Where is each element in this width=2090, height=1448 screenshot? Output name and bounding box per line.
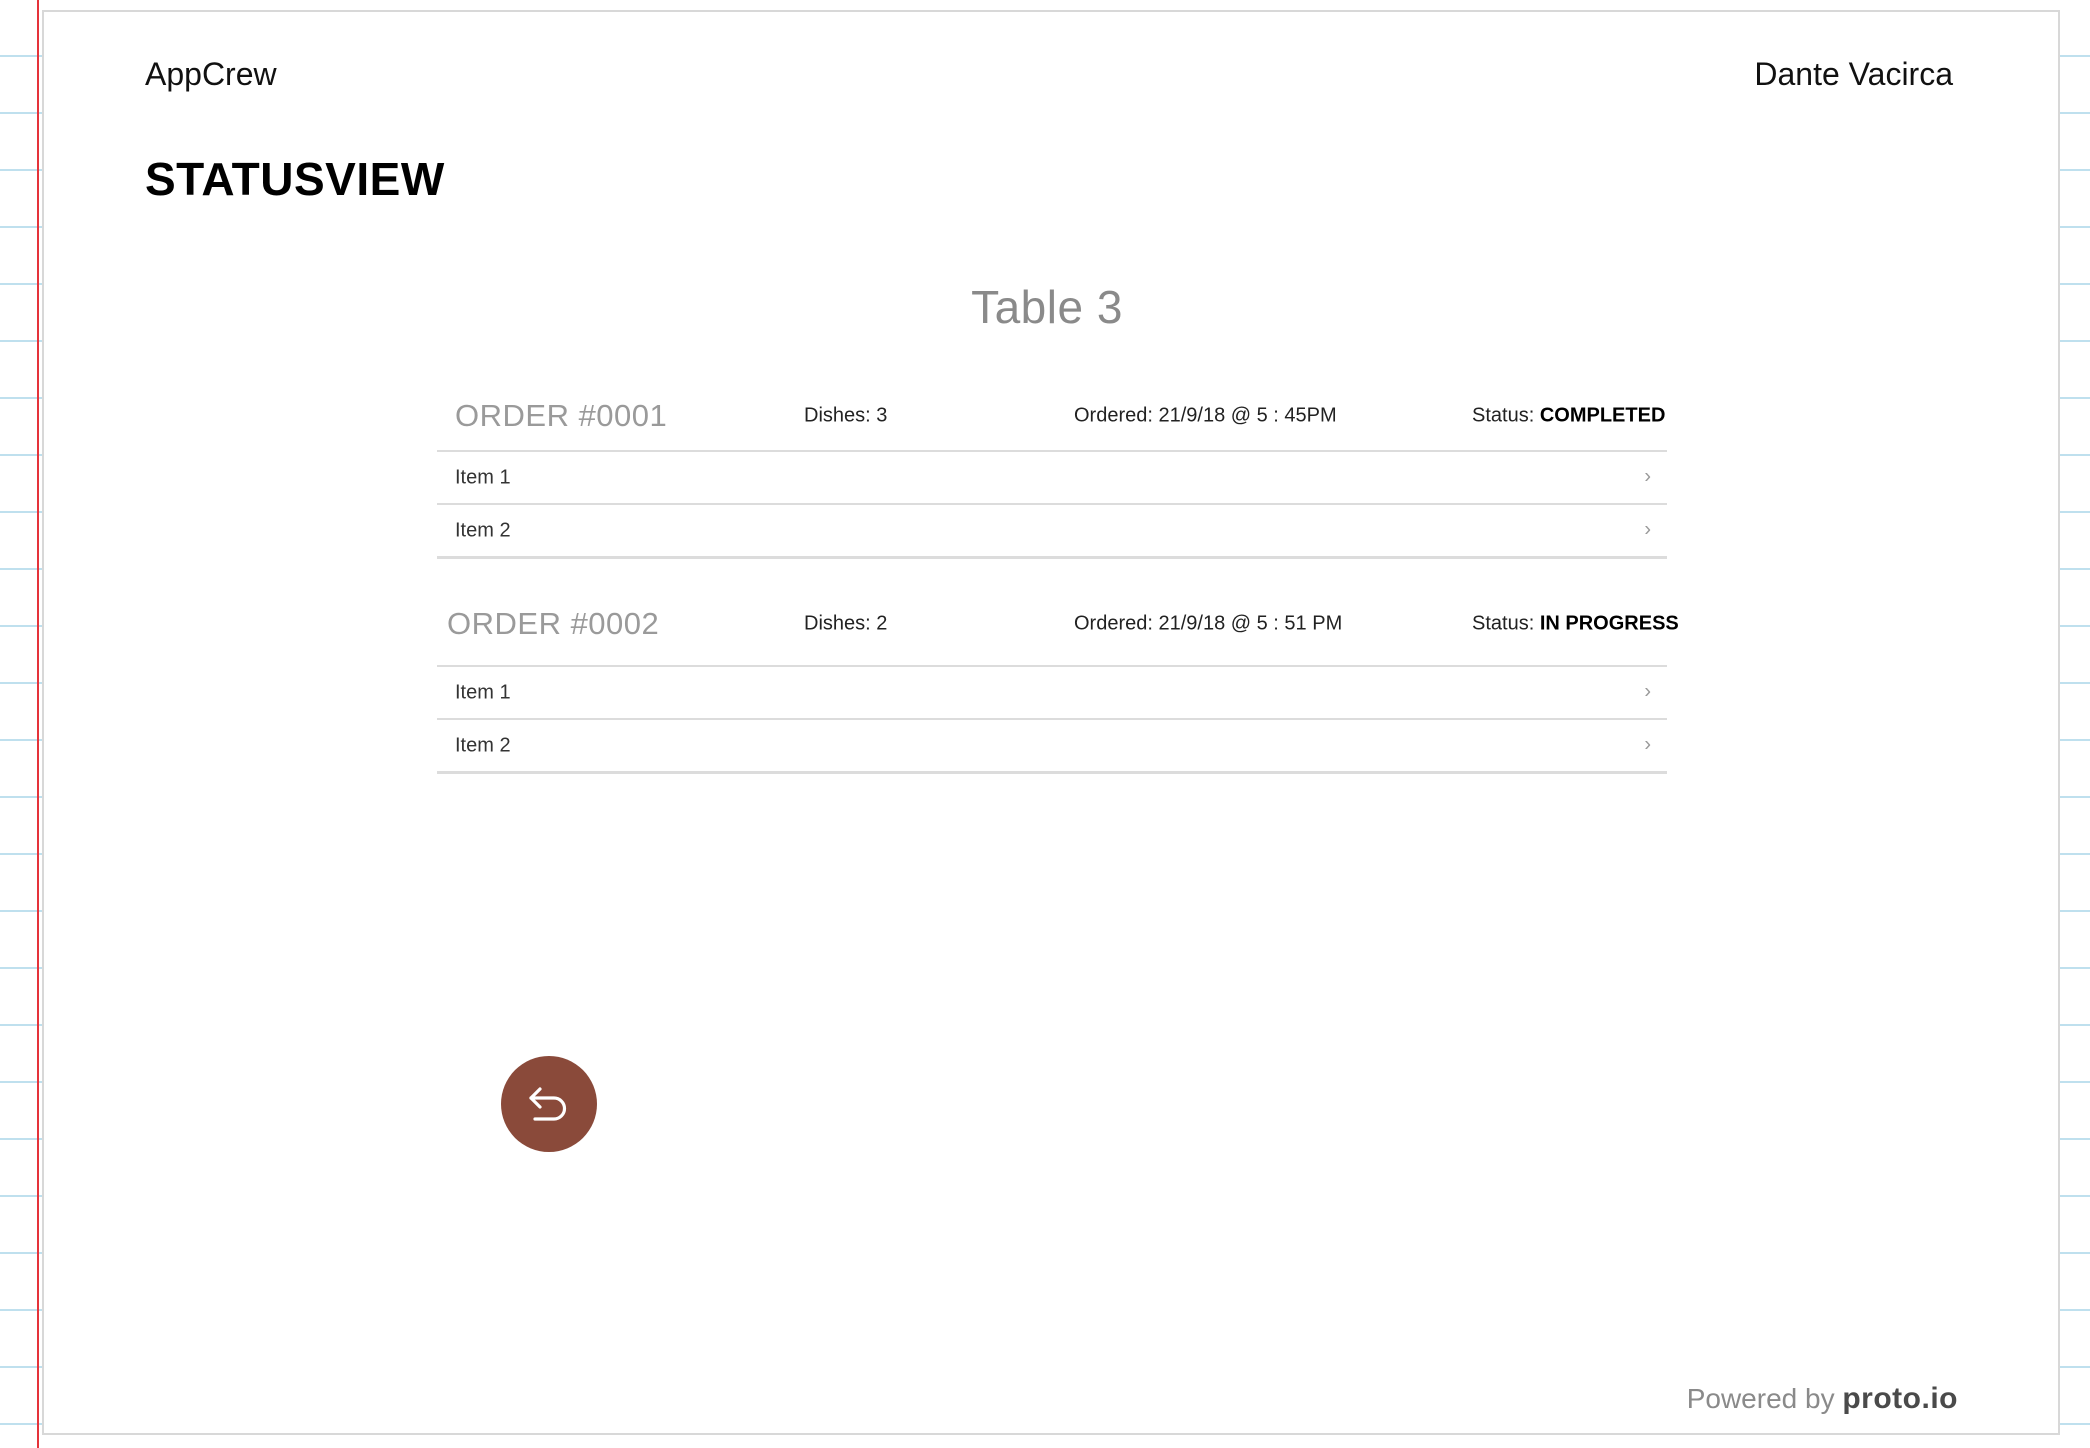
- notebook-margin-line: [37, 0, 39, 1448]
- order-item-row[interactable]: Item 1 ›: [437, 667, 1667, 720]
- order-dishes: Dishes: 2: [804, 612, 888, 635]
- powered-prefix: Powered by: [1686, 1383, 1835, 1414]
- back-button[interactable]: [501, 1056, 597, 1152]
- table-title: Table 3: [971, 281, 1123, 333]
- undo-arrow-icon: [529, 1087, 567, 1121]
- item-label: Item 1: [455, 466, 511, 488]
- item-label: Item 1: [455, 681, 511, 703]
- order-header: ORDER #0001 Dishes: 3 Ordered: 21/9/18 @…: [437, 382, 1667, 452]
- order-time: Ordered: 21/9/18 @ 5 : 45PM: [1074, 404, 1337, 427]
- powered-by-footer: Powered by proto.io: [1687, 1382, 1958, 1416]
- chevron-right-icon: ›: [1644, 517, 1651, 540]
- brand-name: AppCrew: [145, 56, 277, 92]
- prototype-sheet: AppCrew Dante Vacirca STATUSVIEW Table 3…: [42, 10, 2060, 1435]
- order-status: Status: COMPLETED: [1472, 405, 1665, 428]
- item-label: Item 2: [455, 519, 511, 541]
- order-status: Status: IN PROGRESS: [1472, 613, 1679, 636]
- orders-list: ORDER #0001 Dishes: 3 Ordered: 21/9/18 @…: [437, 382, 1679, 774]
- status-value: COMPLETED: [1539, 404, 1666, 427]
- page-title: STATUSVIEW: [145, 153, 445, 205]
- chevron-right-icon: ›: [1644, 679, 1651, 702]
- item-label: Item 2: [455, 734, 511, 756]
- order-id: ORDER #0002: [447, 606, 660, 641]
- author-name: Dante Vacirca: [1754, 56, 1953, 92]
- order-item-row[interactable]: Item 2 ›: [437, 505, 1667, 559]
- status-value: IN PROGRESS: [1539, 612, 1679, 635]
- status-label: Status:: [1472, 404, 1535, 427]
- status-label: Status:: [1472, 612, 1535, 635]
- order-block: ORDER #0002 Dishes: 2 Ordered: 21/9/18 @…: [437, 583, 1679, 774]
- chevron-right-icon: ›: [1644, 732, 1651, 755]
- order-item-row[interactable]: Item 1 ›: [437, 452, 1667, 505]
- order-dishes: Dishes: 3: [804, 404, 888, 427]
- order-time: Ordered: 21/9/18 @ 5 : 51 PM: [1074, 612, 1343, 635]
- order-block: ORDER #0001 Dishes: 3 Ordered: 21/9/18 @…: [437, 382, 1667, 559]
- order-header: ORDER #0002 Dishes: 2 Ordered: 21/9/18 @…: [437, 583, 1679, 667]
- order-id: ORDER #0001: [455, 398, 668, 433]
- chevron-right-icon: ›: [1644, 464, 1651, 487]
- proto-io-logo: proto.io: [1842, 1382, 1958, 1415]
- order-item-row[interactable]: Item 2 ›: [437, 720, 1667, 774]
